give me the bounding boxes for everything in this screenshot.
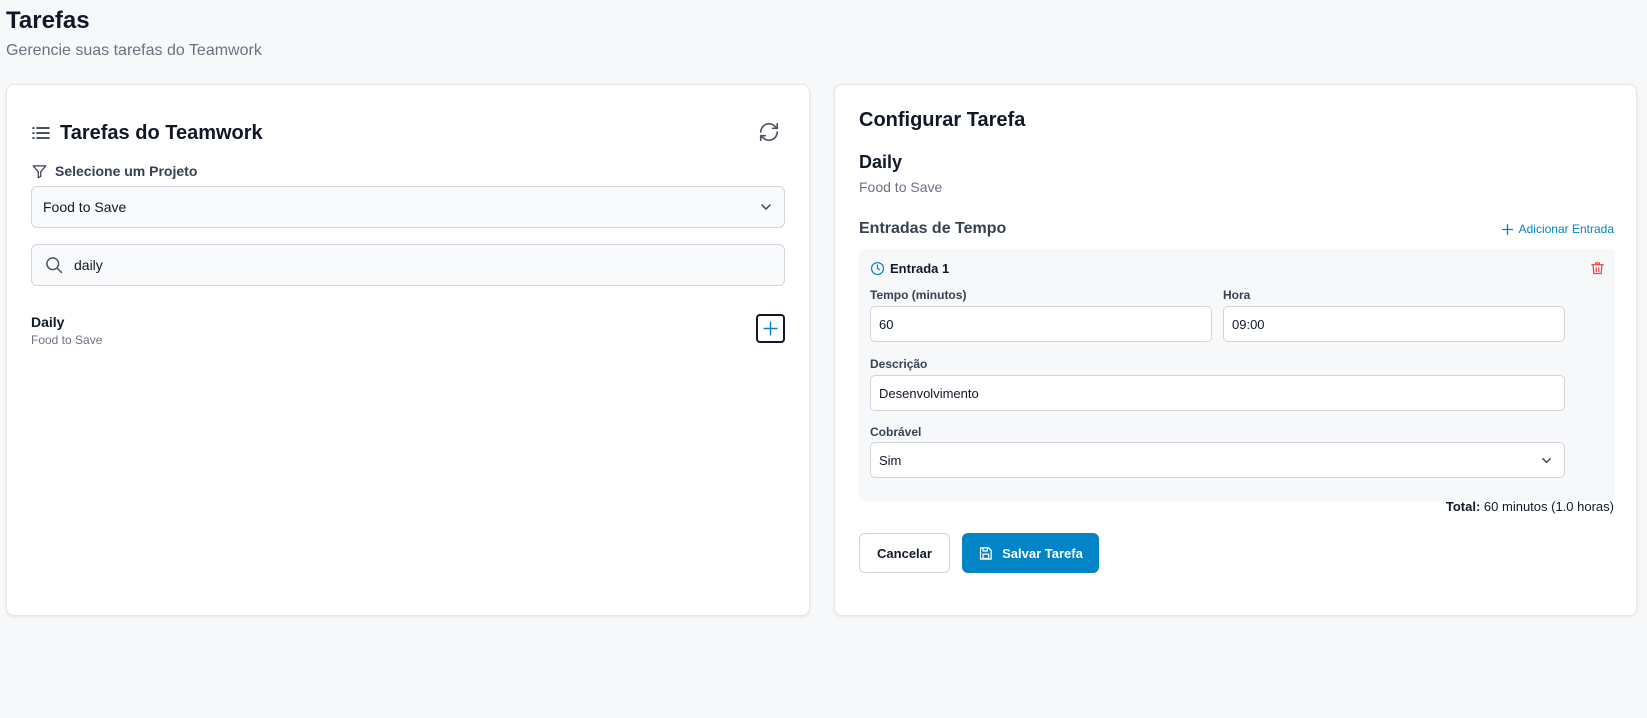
page-title: Tarefas [6, 7, 90, 34]
save-icon [978, 546, 993, 561]
add-entry-label: Adicionar Entrada [1518, 222, 1614, 236]
search-input[interactable] [74, 257, 754, 273]
time-entries-title: Entradas de Tempo [859, 220, 1007, 237]
time-minutes-value: 60 [879, 316, 894, 332]
project-filter-label-text: Selecione um Projeto [55, 163, 198, 179]
config-task-project: Food to Save [859, 179, 943, 195]
save-task-label: Salvar Tarefa [1002, 545, 1083, 561]
task-search[interactable] [31, 244, 785, 286]
billable-label: Cobrável [870, 425, 922, 439]
search-icon [44, 255, 64, 275]
description-value: Desenvolvimento [879, 385, 979, 401]
page-subtitle: Gerencie suas tarefas do Teamwork [6, 42, 262, 59]
time-minutes-field[interactable]: 60 [870, 306, 1212, 342]
time-entry-title: Entrada 1 [890, 261, 950, 276]
config-title: Configurar Tarefa [859, 109, 1026, 131]
hour-label: Hora [1223, 288, 1251, 302]
project-filter-label: Selecione um Projeto [32, 163, 197, 179]
refresh-button[interactable] [754, 117, 784, 147]
total-value: 60 minutos (1.0 horas) [1483, 499, 1614, 514]
list-icon [32, 125, 50, 141]
description-label: Descrição [870, 357, 928, 371]
task-list-header: Tarefas do Teamwork [32, 119, 784, 147]
trash-icon [1590, 261, 1605, 276]
add-task-button[interactable] [756, 314, 785, 343]
config-task-card: Configurar Tarefa Daily Food to Save Ent… [834, 84, 1637, 616]
hour-field[interactable]: 09:00 [1223, 306, 1565, 342]
config-task-name: Daily [859, 152, 903, 172]
time-entry: Entrada 1 Tempo (minutos) 60 Hora 09:00 … [859, 249, 1615, 501]
description-field[interactable]: Desenvolvimento [870, 375, 1565, 411]
plus-icon [762, 320, 779, 337]
refresh-icon [758, 121, 780, 143]
task-item-name: Daily [31, 314, 65, 330]
save-task-button[interactable]: Salvar Tarefa [962, 533, 1099, 573]
cancel-button[interactable]: Cancelar [859, 533, 950, 573]
total-label: Total: [1445, 499, 1481, 514]
delete-entry-button[interactable] [1590, 261, 1605, 281]
task-list-title: Tarefas do Teamwork [60, 121, 263, 144]
page-header: Tarefas Gerencie suas tarefas do Teamwor… [6, 6, 262, 61]
plus-icon [1501, 223, 1514, 236]
clock-icon [870, 261, 885, 276]
task-list-card: Tarefas do Teamwork Selecione um Projeto… [6, 84, 810, 616]
add-entry-button[interactable]: Adicionar Entrada [1501, 222, 1614, 236]
hour-value: 09:00 [1232, 316, 1265, 332]
task-item-project: Food to Save [31, 333, 103, 347]
task-list-item[interactable]: Daily Food to Save [31, 313, 785, 353]
chevron-down-icon [1539, 453, 1554, 468]
project-select[interactable]: Food to Save [31, 186, 785, 228]
chevron-down-icon [758, 199, 774, 215]
project-select-value: Food to Save [43, 199, 127, 215]
time-minutes-label: Tempo (minutos) [870, 288, 967, 302]
billable-value: Sim [879, 452, 902, 468]
filter-icon [32, 164, 47, 179]
billable-select[interactable]: Sim [870, 442, 1565, 478]
time-entry-header: Entrada 1 [870, 261, 949, 276]
total-summary: Total: 60 minutos (1.0 horas) [1446, 499, 1614, 514]
